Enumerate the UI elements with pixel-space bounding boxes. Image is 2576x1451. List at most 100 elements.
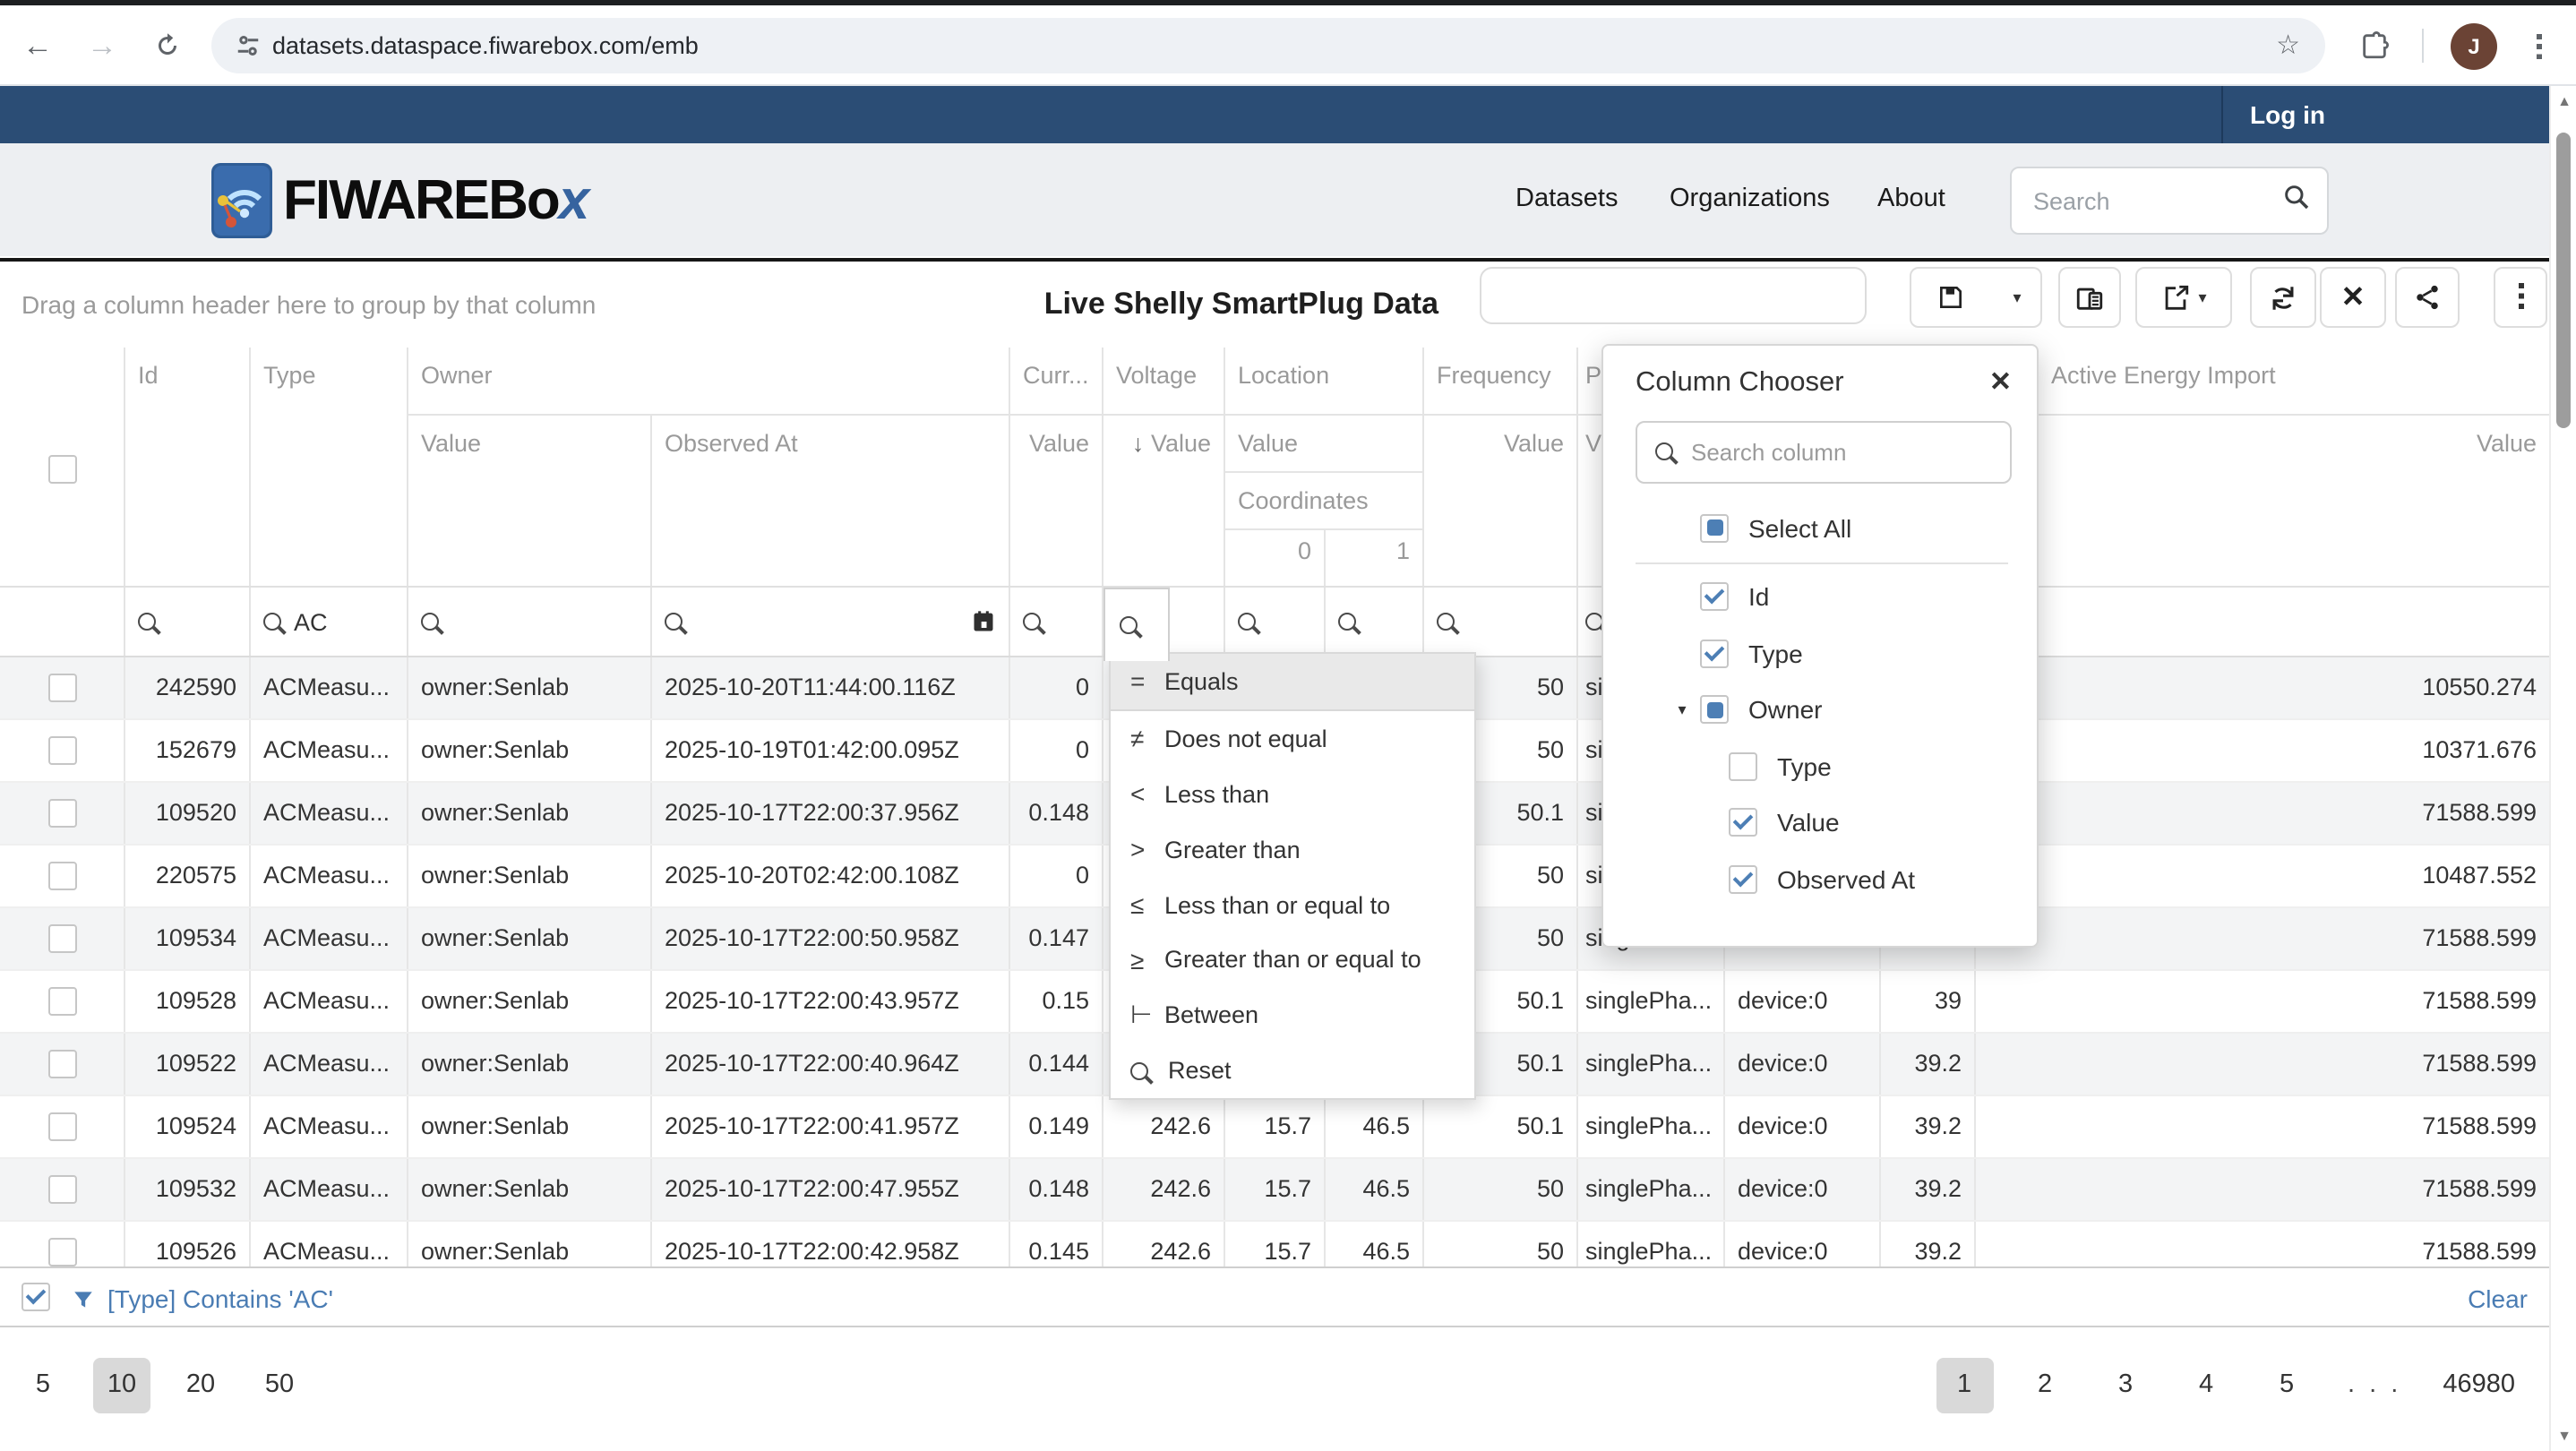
site-search-box[interactable] [2010, 167, 2329, 235]
save-menu-button[interactable]: ▾ [1987, 267, 2042, 328]
column-header-owner-value[interactable]: Value [408, 416, 652, 586]
brand-logo[interactable]: FIWAREBox [211, 161, 589, 240]
browser-menu-icon[interactable] [2537, 34, 2542, 59]
chooser-item[interactable]: Value [1603, 794, 2039, 851]
column-header-coord0[interactable]: 0 [1225, 530, 1326, 586]
nav-datasets[interactable]: Datasets [1516, 143, 1618, 256]
browser-back-icon[interactable]: ← [14, 5, 61, 86]
column-header-type[interactable]: Type [251, 348, 408, 586]
save-state-button[interactable] [1910, 267, 1992, 328]
export-button[interactable]: ▾ [2135, 267, 2232, 328]
band-header-owner[interactable]: Owner [408, 348, 1010, 416]
filter-cell-observed-at[interactable] [652, 588, 1010, 656]
search-icon[interactable] [2282, 183, 2311, 211]
column-header-voltage-value[interactable]: ↓ Value [1103, 416, 1225, 586]
scrollbar[interactable]: ▲ ▼ [2549, 86, 2576, 1451]
column-chooser-button[interactable] [2058, 267, 2121, 328]
filter-cell-coord0[interactable] [1225, 588, 1326, 656]
extensions-icon[interactable] [2350, 5, 2397, 86]
scroll-up-icon[interactable]: ▲ [2551, 93, 2576, 109]
page-number[interactable]: 5 [2258, 1358, 2315, 1413]
filter-operation-item[interactable]: ≠ Does not equal [1111, 711, 1474, 767]
page-number[interactable]: 46980 [2434, 1358, 2524, 1413]
column-header-id[interactable]: Id [125, 348, 251, 586]
column-search-input[interactable] [1687, 425, 1999, 480]
chooser-item[interactable]: Observed At [1603, 851, 2039, 907]
chooser-item[interactable]: Type [1603, 625, 2039, 682]
browser-reload-icon[interactable] [143, 5, 190, 86]
filter-enabled-checkbox[interactable] [21, 1283, 50, 1311]
page-number[interactable]: 1 [1936, 1358, 1993, 1413]
site-settings-icon[interactable] [235, 32, 262, 59]
filter-operation-item[interactable]: ≤ Less than or equal to [1111, 877, 1474, 932]
band-header-frequency[interactable]: Frequency [1424, 348, 1578, 416]
filter-cell-current[interactable] [1010, 588, 1103, 656]
nav-about[interactable]: About [1877, 143, 1945, 256]
filter-cell-coord1[interactable] [1326, 588, 1424, 656]
filter-operation-item[interactable]: ⊢ Between [1111, 988, 1474, 1043]
chooser-item[interactable]: Id [1603, 569, 2039, 625]
page-number[interactable]: 2 [2016, 1358, 2074, 1413]
profile-avatar[interactable]: J [2451, 23, 2497, 70]
column-checkbox[interactable] [1729, 865, 1757, 894]
browser-forward-icon[interactable]: → [79, 5, 125, 86]
column-header-coord1[interactable]: 1 [1326, 530, 1424, 586]
page-number[interactable]: . . . [2339, 1358, 2410, 1413]
filter-cell-id[interactable] [125, 588, 251, 656]
clear-button[interactable]: ✕ [2320, 267, 2386, 328]
filter-operation-item[interactable]: < Less than [1111, 767, 1474, 822]
column-checkbox[interactable] [1729, 809, 1757, 837]
column-checkbox[interactable] [1700, 640, 1729, 668]
page-number[interactable]: 3 [2097, 1358, 2154, 1413]
page-size[interactable]: 20 [172, 1358, 229, 1413]
table-row[interactable]: 109532 ACMeasu... owner:Senlab 2025-10-1… [0, 1159, 2549, 1222]
band-header-active-energy-import[interactable]: Active Energy Import [1976, 348, 2549, 416]
band-header-current[interactable]: Curr... [1010, 348, 1103, 416]
voltage-filter-cell-active[interactable] [1103, 588, 1170, 661]
bookmark-star-icon[interactable]: ☆ [2276, 18, 2300, 73]
filter-clear-link[interactable]: Clear [2468, 1268, 2528, 1329]
grid-search-input[interactable] [1480, 267, 1867, 324]
filter-cell-aei[interactable] [1976, 588, 2549, 656]
select-all-checkbox[interactable] [1700, 514, 1729, 543]
filter-operation-item[interactable]: = Equals [1111, 654, 1474, 711]
refresh-button[interactable] [2250, 267, 2316, 328]
site-search-input[interactable] [2030, 170, 2270, 231]
select-all-checkbox[interactable] [48, 455, 77, 484]
column-header-current-value[interactable]: Value [1010, 416, 1103, 586]
table-row[interactable]: 109524 ACMeasu... owner:Senlab 2025-10-1… [0, 1096, 2549, 1159]
calendar-icon[interactable] [971, 609, 996, 634]
column-checkbox[interactable] [1700, 583, 1729, 612]
close-icon[interactable]: ✕ [1989, 365, 2012, 398]
address-bar[interactable]: datasets.dataspace.fiwarebox.com/emb ☆ [211, 18, 2325, 73]
share-button[interactable] [2395, 267, 2460, 328]
column-header-aei-value[interactable]: Value [1976, 416, 2549, 586]
band-header-voltage[interactable]: Voltage [1103, 348, 1225, 416]
column-search-box[interactable] [1636, 421, 2012, 484]
nav-organizations[interactable]: Organizations [1670, 143, 1830, 256]
page-size[interactable]: 5 [14, 1358, 72, 1413]
login-link[interactable]: Log in [2250, 86, 2325, 143]
expand-arrow-icon[interactable]: ▾ [1664, 700, 1700, 720]
page-number[interactable]: 4 [2177, 1358, 2235, 1413]
filter-operation-item[interactable]: ≥ Greater than or equal to [1111, 932, 1474, 988]
column-header-observed-at[interactable]: Observed At [652, 416, 1010, 586]
filter-cell-owner-value[interactable] [408, 588, 652, 656]
chooser-item[interactable]: Type [1603, 738, 2039, 794]
filter-cell-type[interactable]: AC [251, 588, 408, 656]
page-size[interactable]: 10 [93, 1358, 150, 1413]
page-size[interactable]: 50 [251, 1358, 308, 1413]
filter-operation-item[interactable]: Reset [1111, 1043, 1474, 1098]
url-text[interactable]: datasets.dataspace.fiwarebox.com/emb [272, 18, 699, 73]
chooser-item[interactable]: ▾ Owner [1603, 682, 2039, 738]
column-checkbox[interactable] [1729, 752, 1757, 781]
chooser-item-select-all[interactable]: Select All [1603, 500, 2039, 556]
scrollbar-thumb[interactable] [2556, 133, 2571, 428]
column-checkbox[interactable] [1700, 696, 1729, 725]
filter-cell-frequency[interactable] [1424, 588, 1578, 656]
band-header-coordinates[interactable]: Coordinates [1225, 473, 1424, 530]
band-header-location[interactable]: Location [1225, 348, 1424, 416]
filter-operation-item[interactable]: > Greater than [1111, 821, 1474, 877]
column-header-frequency-value[interactable]: Value [1424, 416, 1578, 586]
scroll-down-icon[interactable]: ▼ [2551, 1428, 2576, 1444]
